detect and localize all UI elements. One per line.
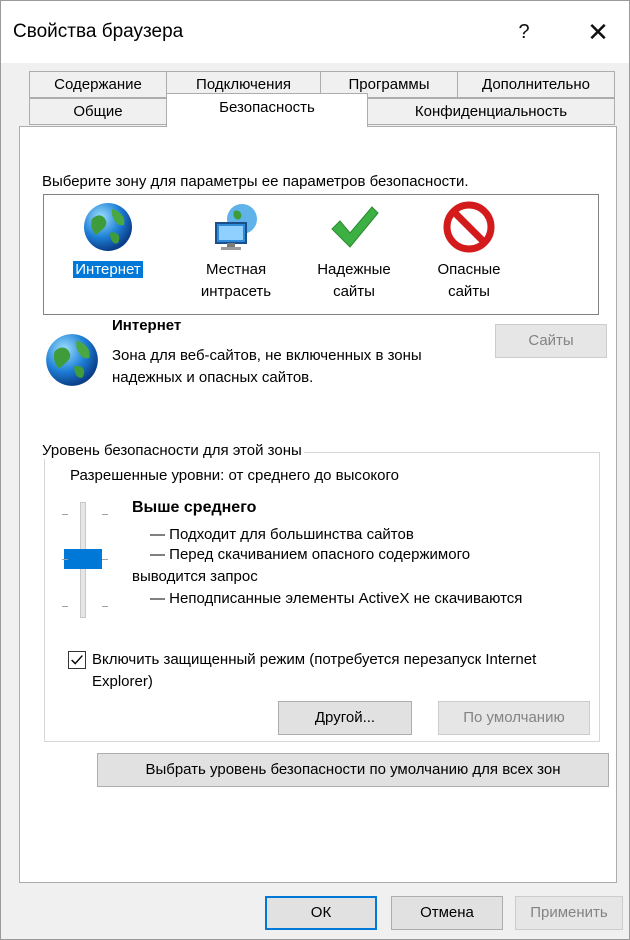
- slider-tick: [62, 514, 68, 515]
- zone-label-intranet: Местная интрасеть: [200, 261, 272, 300]
- reset-all-zones-button[interactable]: Выбрать уровень безопасности по умолчани…: [97, 753, 609, 787]
- tab-security[interactable]: Безопасность: [166, 93, 368, 127]
- zone-info-description: Зона для веб-сайтов, не включенных в зон…: [112, 347, 422, 386]
- checkmark-icon: [71, 655, 83, 665]
- level-desc-line: — Неподписанные элементы ActiveX не скач…: [150, 590, 523, 607]
- zone-label-restricted: Опасные сайты: [437, 261, 501, 300]
- intranet-icon: [215, 204, 257, 250]
- checkmark-icon: [331, 206, 379, 248]
- zone-restricted[interactable]: Опасные сайты: [419, 201, 519, 303]
- tab-advanced[interactable]: Дополнительно: [457, 71, 615, 98]
- level-desc-line: — Перед скачиванием опасного содержимого: [150, 546, 471, 563]
- title-bar: Свойства браузера ? ✕: [1, 1, 629, 63]
- default-level-button[interactable]: По умолчанию: [438, 701, 590, 735]
- security-level-slider-thumb[interactable]: [64, 549, 102, 569]
- slider-tick: [102, 514, 108, 515]
- browser-properties-window: Свойства браузера ? ✕ Содержание Подключ…: [0, 0, 630, 940]
- help-button[interactable]: ?: [501, 9, 547, 55]
- level-desc-line: — Подходит для большинства сайтов: [150, 526, 414, 543]
- zone-label-trusted: Надежные сайты: [317, 261, 391, 300]
- globe-icon: [46, 334, 98, 386]
- tab-privacy[interactable]: Конфиденциальность: [367, 98, 615, 125]
- tab-general[interactable]: Общие: [29, 98, 167, 125]
- slider-tick: [62, 606, 68, 607]
- security-level-legend: Уровень безопасности для этой зоны: [42, 442, 304, 459]
- zone-list: Интернет Местная интрасеть Надежные сайт…: [43, 194, 599, 315]
- globe-icon: [84, 203, 132, 251]
- ok-button[interactable]: ОК: [265, 896, 377, 930]
- close-button[interactable]: ✕: [575, 9, 621, 55]
- window-title: Свойства браузера: [13, 21, 184, 42]
- custom-level-button[interactable]: Другой...: [278, 701, 412, 735]
- no-entry-icon: [443, 201, 495, 253]
- zone-info-title: Интернет: [112, 317, 182, 334]
- zone-intranet[interactable]: Местная интрасеть: [186, 201, 286, 303]
- level-desc-line: выводится запрос: [132, 568, 258, 585]
- zone-prompt: Выберите зону для параметры ее параметро…: [42, 173, 469, 190]
- zone-label-internet: Интернет: [73, 261, 143, 278]
- cancel-button[interactable]: Отмена: [391, 896, 503, 930]
- sites-button[interactable]: Сайты: [495, 324, 607, 358]
- security-level-name: Выше среднего: [132, 499, 257, 516]
- apply-button[interactable]: Применить: [515, 896, 623, 930]
- protected-mode-checkbox[interactable]: [68, 651, 86, 669]
- slider-tick: [102, 606, 108, 607]
- slider-tick: [102, 559, 108, 560]
- security-tab-panel: Выберите зону для параметры ее параметро…: [19, 126, 617, 883]
- tab-content[interactable]: Содержание: [29, 71, 167, 98]
- protected-mode-label[interactable]: Включить защищенный режим (потребуется п…: [92, 649, 582, 693]
- allowed-levels-text: Разрешенные уровни: от среднего до высок…: [70, 467, 399, 484]
- zone-trusted[interactable]: Надежные сайты: [304, 201, 404, 303]
- slider-tick: [62, 559, 68, 560]
- zone-internet[interactable]: Интернет: [58, 201, 158, 281]
